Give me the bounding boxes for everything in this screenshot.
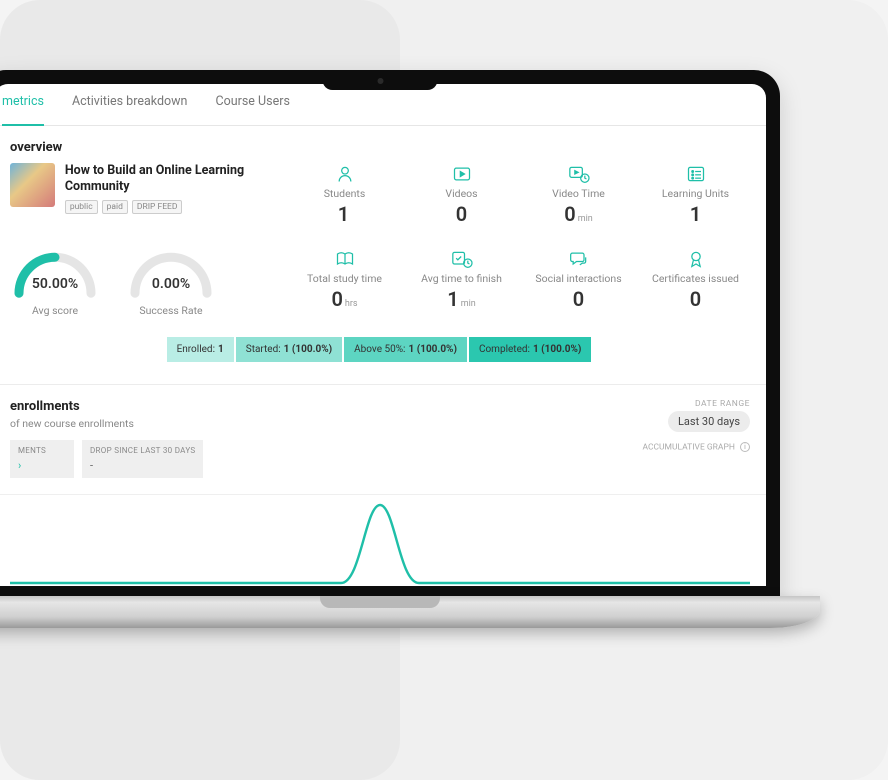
divider: [0, 384, 766, 385]
date-range-selector[interactable]: Last 30 days: [668, 411, 750, 432]
stat-label: Total study time: [290, 272, 399, 285]
badge-paid: paid: [102, 200, 128, 214]
book-icon: [290, 248, 399, 270]
stat-value: 0: [690, 287, 701, 311]
stat-value: 0: [331, 287, 342, 311]
screen: metrics Activities breakdown Course User…: [0, 84, 766, 586]
list-icon: [641, 163, 750, 185]
gauge-avg-score: 50.00% Avg score: [10, 248, 100, 317]
student-icon: [290, 163, 399, 185]
overview-title: overview: [10, 126, 750, 163]
gauge-label: Avg score: [10, 304, 100, 317]
stat-value: 0: [456, 202, 467, 226]
stat-label: Avg time to finish: [407, 272, 516, 285]
stats-row-2: Total study time 0hrs Avg time to finish…: [290, 248, 750, 317]
gauge-value: 50.00%: [10, 276, 100, 292]
badge-drip: DRIP FEED: [132, 200, 183, 214]
card-enrollments: MENTS ›: [10, 440, 74, 478]
badge-public: public: [65, 200, 98, 214]
stat-label: Certificates issued: [641, 272, 750, 285]
stat-label: Students: [290, 187, 399, 200]
tab-users[interactable]: Course Users: [215, 94, 289, 115]
stat-label: Social interactions: [524, 272, 633, 285]
date-range-label: DATE RANGE: [642, 399, 750, 409]
funnel-completed[interactable]: Completed: 1 (100.0%): [469, 337, 591, 362]
tabs: metrics Activities breakdown Course User…: [0, 84, 766, 126]
accumulative-label: ACCUMULATIVE GRAPH i: [642, 442, 750, 452]
clock-check-icon: [407, 248, 516, 270]
stat-study-time: Total study time 0hrs: [290, 248, 399, 317]
stat-avg-finish: Avg time to finish 1min: [407, 248, 516, 317]
stat-label: Videos: [407, 187, 516, 200]
course-summary: How to Build an Online Learning Communit…: [10, 163, 270, 226]
stat-value: 1: [338, 202, 349, 226]
enrollments-heading: enrollments: [10, 399, 203, 414]
laptop-frame: metrics Activities breakdown Course User…: [0, 70, 860, 630]
award-icon: [641, 248, 750, 270]
info-icon[interactable]: i: [740, 442, 750, 452]
chat-icon: [524, 248, 633, 270]
course-title: How to Build an Online Learning Communit…: [65, 163, 270, 194]
tab-metrics[interactable]: metrics: [2, 94, 44, 126]
funnel-started[interactable]: Started: 1 (100.0%): [236, 337, 342, 362]
video-icon: [407, 163, 516, 185]
stat-videos: Videos 0: [407, 163, 516, 226]
stat-students: Students 1: [290, 163, 399, 226]
chevron-right-icon: ›: [18, 459, 66, 472]
enrollments-sub: of new course enrollments: [10, 417, 203, 430]
video-time-icon: [524, 163, 633, 185]
stat-value: 0: [564, 202, 575, 226]
stat-learning-units: Learning Units 1: [641, 163, 750, 226]
enrollments-chart: [10, 495, 750, 585]
course-thumbnail: [10, 163, 55, 207]
funnel-enrolled[interactable]: Enrolled: 1: [167, 337, 234, 362]
funnel-above50[interactable]: Above 50%: 1 (100.0%): [344, 337, 467, 362]
card-drop: DROP SINCE LAST 30 DAYS -: [82, 440, 203, 478]
stat-label: Video Time: [524, 187, 633, 200]
stat-value: 1: [447, 287, 458, 311]
funnel: Enrolled: 1 Started: 1 (100.0%) Above 50…: [10, 337, 750, 362]
stat-certificates: Certificates issued 0: [641, 248, 750, 317]
gauge-success-rate: 0.00% Success Rate: [126, 248, 216, 317]
stat-value: 1: [690, 202, 701, 226]
gauge-value: 0.00%: [126, 276, 216, 292]
tab-activities[interactable]: Activities breakdown: [72, 94, 188, 115]
stat-social: Social interactions 0: [524, 248, 633, 317]
stat-label: Learning Units: [641, 187, 750, 200]
gauge-label: Success Rate: [126, 304, 216, 317]
stat-value: 0: [573, 287, 584, 311]
stat-video-time: Video Time 0min: [524, 163, 633, 226]
stats-row-1: Students 1 Videos 0: [290, 163, 750, 226]
